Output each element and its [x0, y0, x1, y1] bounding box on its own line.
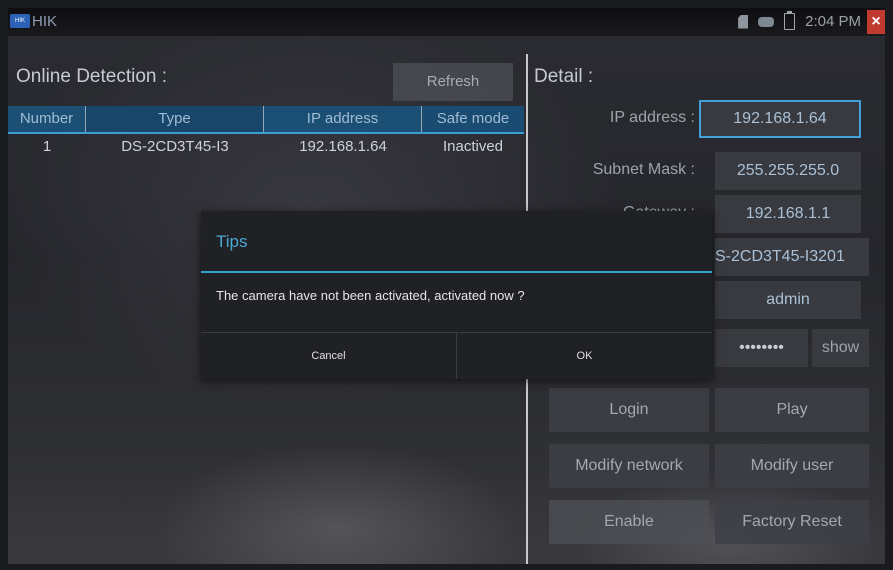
table-row[interactable]: 1 DS-2CD3T45-I3 192.168.1.64 Inactived — [8, 134, 524, 160]
tips-dialog: Tips The camera have not been activated,… — [201, 211, 712, 379]
online-detection-title: Online Detection : — [16, 66, 168, 87]
ok-button[interactable]: OK — [457, 333, 712, 379]
clock-time: 2:04 PM — [805, 13, 861, 30]
cell-safe-mode: Inactived — [442, 138, 504, 155]
subnet-mask-field[interactable]: 255.255.255.0 — [715, 152, 861, 190]
dialog-title: Tips — [216, 232, 248, 251]
factory-reset-button[interactable]: Factory Reset — [715, 500, 869, 544]
usb-icon — [758, 16, 775, 27]
status-icons: 2:04 PM — [738, 11, 861, 30]
cell-ip: 192.168.1.64 — [299, 138, 387, 155]
cancel-button[interactable]: Cancel — [201, 333, 456, 379]
column-header-ip[interactable]: IP address — [264, 106, 422, 132]
subnet-mask-label: Subnet Mask : — [592, 161, 695, 178]
dialog-title-divider — [201, 271, 712, 273]
device-screen: HIK HIK 2:04 PM × Online Detection : Ref… — [8, 8, 885, 564]
cell-number: 1 — [42, 138, 52, 155]
device-name-field[interactable]: S-2CD3T45-I3201 — [715, 238, 869, 276]
show-password-button[interactable]: show — [812, 329, 869, 367]
dialog-message: The camera have not been activated, acti… — [216, 288, 525, 303]
modify-network-button[interactable]: Modify network — [549, 444, 709, 488]
device-table-header: Number Type IP address Safe mode — [8, 106, 524, 134]
ip-address-field[interactable]: 192.168.1.64 — [699, 100, 861, 138]
sd-card-icon — [738, 14, 749, 29]
close-icon[interactable]: × — [867, 10, 885, 34]
refresh-button[interactable]: Refresh — [393, 63, 513, 101]
password-field[interactable]: •••••••• — [715, 329, 808, 367]
enable-button[interactable]: Enable — [549, 500, 709, 544]
play-button[interactable]: Play — [715, 388, 869, 432]
column-header-number[interactable]: Number — [8, 106, 86, 132]
status-bar: HIK HIK 2:04 PM × — [8, 8, 885, 36]
ip-address-label: IP address : — [609, 109, 695, 126]
detail-title: Detail : — [534, 66, 594, 87]
column-header-type[interactable]: Type — [86, 106, 264, 132]
login-button[interactable]: Login — [549, 388, 709, 432]
battery-icon — [784, 11, 796, 30]
app-logo-icon: HIK — [10, 14, 30, 28]
username-field[interactable]: admin — [715, 281, 861, 319]
cell-type: DS-2CD3T45-I3 — [121, 138, 229, 155]
gateway-field[interactable]: 192.168.1.1 — [715, 195, 861, 233]
app-name: HIK — [32, 13, 58, 30]
column-header-safe-mode[interactable]: Safe mode — [422, 106, 524, 132]
modify-user-button[interactable]: Modify user — [715, 444, 869, 488]
